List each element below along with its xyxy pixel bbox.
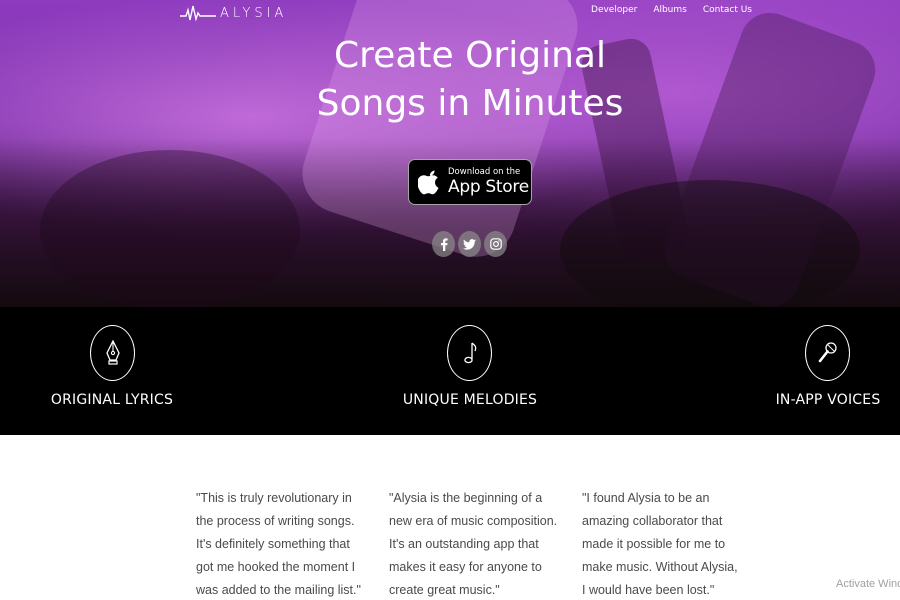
twitter-button[interactable] xyxy=(458,231,481,257)
feature-icon-circle xyxy=(805,325,850,381)
nav-link-albums[interactable]: Albums xyxy=(653,5,687,15)
twitter-icon xyxy=(463,238,476,250)
hero-section: ALYSIA Developer Albums Contact Us Creat… xyxy=(0,0,900,307)
feature-in-app-voices: IN-APP VOICES xyxy=(718,307,900,435)
apple-icon xyxy=(418,170,439,195)
feature-unique-melodies: UNIQUE MELODIES xyxy=(360,307,580,435)
feature-label: IN-APP VOICES xyxy=(775,392,881,408)
nav-link-developer[interactable]: Developer xyxy=(591,5,637,15)
brand-logo[interactable]: ALYSIA xyxy=(180,4,287,22)
nav-link-contact-us[interactable]: Contact Us xyxy=(703,5,752,15)
features-section: ORIGINAL LYRICS UNIQUE MELODIES IN-APP V… xyxy=(0,307,900,435)
hero-background-shadow xyxy=(40,150,300,307)
hero-background-shadow xyxy=(560,180,860,307)
feature-icon-circle xyxy=(447,325,492,381)
testimonial-quote: "I found Alysia to be an amazing collabo… xyxy=(582,491,738,597)
brand-name: ALYSIA xyxy=(220,5,288,21)
instagram-button[interactable] xyxy=(484,231,507,257)
pen-nib-icon xyxy=(105,340,120,365)
feature-icon-circle xyxy=(90,325,135,381)
top-nav: Developer Albums Contact Us xyxy=(591,5,752,15)
waveform-icon xyxy=(180,5,216,22)
hero-title-line-1: Create Original xyxy=(334,35,606,76)
feature-label: UNIQUE MELODIES xyxy=(402,392,538,408)
hero-title-line-2: Songs in Minutes xyxy=(316,83,624,124)
instagram-icon xyxy=(489,238,502,250)
testimonial-quote: "This is truly revolutionary in the proc… xyxy=(196,491,361,597)
microphone-icon xyxy=(818,342,837,363)
feature-label: ORIGINAL LYRICS xyxy=(50,392,174,408)
app-store-small-text: Download on the xyxy=(448,167,521,177)
social-links xyxy=(432,231,507,257)
facebook-icon xyxy=(440,237,448,251)
testimonial-quote: "Alysia is the beginning of a new era of… xyxy=(389,491,558,597)
app-store-big-text: App Store xyxy=(448,177,529,197)
testimonials-section: "This is truly revolutionary in the proc… xyxy=(0,435,900,600)
feature-original-lyrics: ORIGINAL LYRICS xyxy=(2,307,222,435)
facebook-button[interactable] xyxy=(432,231,455,257)
app-store-button[interactable]: Download on the App Store xyxy=(408,159,532,205)
music-note-icon xyxy=(463,342,476,364)
activate-windows-watermark: Activate Windows xyxy=(836,578,900,590)
hero-title: Create Original Songs in Minutes xyxy=(0,32,900,128)
